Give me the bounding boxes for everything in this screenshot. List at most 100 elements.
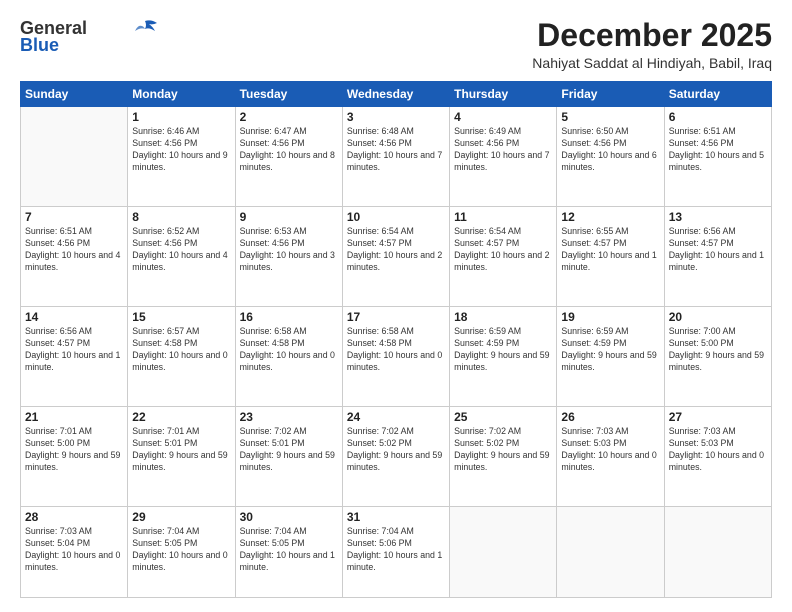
day-info: Sunrise: 6:57 AM Sunset: 4:58 PM Dayligh… [132, 326, 230, 374]
day-info: Sunrise: 6:51 AM Sunset: 4:56 PM Dayligh… [669, 126, 767, 174]
day-number: 7 [25, 210, 123, 224]
calendar-cell: 21 Sunrise: 7:01 AM Sunset: 5:00 PM Dayli… [21, 407, 128, 507]
calendar-week-row: 7 Sunrise: 6:51 AM Sunset: 4:56 PM Daylig… [21, 207, 772, 307]
day-info: Sunrise: 6:47 AM Sunset: 4:56 PM Dayligh… [240, 126, 338, 174]
day-number: 6 [669, 110, 767, 124]
day-number: 3 [347, 110, 445, 124]
weekday-header-sunday: Sunday [21, 82, 128, 107]
calendar-cell: 27Sunrise: 7:03 AM Sunset: 5:03 PM Dayli… [664, 407, 771, 507]
weekday-header-monday: Monday [128, 82, 235, 107]
calendar-cell: 20Sunrise: 7:00 AM Sunset: 5:00 PM Dayli… [664, 307, 771, 407]
calendar-cell: 6 Sunrise: 6:51 AM Sunset: 4:56 PM Daylig… [664, 107, 771, 207]
day-number: 31 [347, 510, 445, 524]
day-number: 22 [132, 410, 230, 424]
day-info: Sunrise: 6:59 AM Sunset: 4:59 PM Dayligh… [561, 326, 659, 374]
day-info: Sunrise: 6:51 AM Sunset: 4:56 PM Dayligh… [25, 226, 123, 274]
day-number: 27 [669, 410, 767, 424]
calendar-cell: 2 Sunrise: 6:47 AM Sunset: 4:56 PM Daylig… [235, 107, 342, 207]
day-number: 10 [347, 210, 445, 224]
logo-bird-icon [131, 19, 159, 37]
day-info: Sunrise: 7:03 AM Sunset: 5:03 PM Dayligh… [561, 426, 659, 474]
calendar-cell: 12 Sunrise: 6:55 AM Sunset: 4:57 PM Dayli… [557, 207, 664, 307]
day-info: Sunrise: 6:50 AM Sunset: 4:56 PM Dayligh… [561, 126, 659, 174]
calendar-cell: 26 Sunrise: 7:03 AM Sunset: 5:03 PM Dayli… [557, 407, 664, 507]
calendar-cell [664, 507, 771, 598]
day-info: Sunrise: 7:01 AM Sunset: 5:00 PM Dayligh… [25, 426, 123, 474]
day-number: 14 [25, 310, 123, 324]
day-info: Sunrise: 6:53 AM Sunset: 4:56 PM Dayligh… [240, 226, 338, 274]
calendar-cell: 24 Sunrise: 7:02 AM Sunset: 5:02 PM Dayli… [342, 407, 449, 507]
day-info: Sunrise: 6:49 AM Sunset: 4:56 PM Dayligh… [454, 126, 552, 174]
calendar-cell: 5 Sunrise: 6:50 AM Sunset: 4:56 PM Daylig… [557, 107, 664, 207]
day-number: 26 [561, 410, 659, 424]
calendar-cell: 29Sunrise: 7:04 AM Sunset: 5:05 PM Dayli… [128, 507, 235, 598]
calendar-cell: 25Sunrise: 7:02 AM Sunset: 5:02 PM Dayli… [450, 407, 557, 507]
calendar-cell: 4 Sunrise: 6:49 AM Sunset: 4:56 PM Daylig… [450, 107, 557, 207]
day-info: Sunrise: 7:02 AM Sunset: 5:02 PM Dayligh… [347, 426, 445, 474]
calendar-cell: 11Sunrise: 6:54 AM Sunset: 4:57 PM Dayli… [450, 207, 557, 307]
day-info: Sunrise: 7:03 AM Sunset: 5:04 PM Dayligh… [25, 526, 123, 574]
day-number: 20 [669, 310, 767, 324]
day-number: 15 [132, 310, 230, 324]
day-number: 19 [561, 310, 659, 324]
day-number: 13 [669, 210, 767, 224]
day-info: Sunrise: 7:04 AM Sunset: 5:06 PM Dayligh… [347, 526, 445, 574]
weekday-header-friday: Friday [557, 82, 664, 107]
location-title: Nahiyat Saddat al Hindiyah, Babil, Iraq [532, 55, 772, 71]
day-number: 1 [132, 110, 230, 124]
day-info: Sunrise: 6:59 AM Sunset: 4:59 PM Dayligh… [454, 326, 552, 374]
logo: General Blue [20, 18, 159, 56]
day-number: 23 [240, 410, 338, 424]
day-info: Sunrise: 6:48 AM Sunset: 4:56 PM Dayligh… [347, 126, 445, 174]
calendar-cell: 13Sunrise: 6:56 AM Sunset: 4:57 PM Dayli… [664, 207, 771, 307]
day-number: 18 [454, 310, 552, 324]
calendar-cell: 31 Sunrise: 7:04 AM Sunset: 5:06 PM Dayli… [342, 507, 449, 598]
day-info: Sunrise: 6:46 AM Sunset: 4:56 PM Dayligh… [132, 126, 230, 174]
calendar-cell: 18 Sunrise: 6:59 AM Sunset: 4:59 PM Dayli… [450, 307, 557, 407]
calendar-cell [21, 107, 128, 207]
calendar-cell: 15 Sunrise: 6:57 AM Sunset: 4:58 PM Dayli… [128, 307, 235, 407]
calendar-week-row: 14 Sunrise: 6:56 AM Sunset: 4:57 PM Dayli… [21, 307, 772, 407]
day-number: 12 [561, 210, 659, 224]
title-block: December 2025 Nahiyat Saddat al Hindiyah… [532, 18, 772, 71]
day-info: Sunrise: 7:04 AM Sunset: 5:05 PM Dayligh… [132, 526, 230, 574]
day-number: 5 [561, 110, 659, 124]
month-title: December 2025 [532, 18, 772, 53]
day-info: Sunrise: 6:54 AM Sunset: 4:57 PM Dayligh… [347, 226, 445, 274]
day-number: 21 [25, 410, 123, 424]
calendar-cell: 19 Sunrise: 6:59 AM Sunset: 4:59 PM Dayli… [557, 307, 664, 407]
day-info: Sunrise: 6:56 AM Sunset: 4:57 PM Dayligh… [25, 326, 123, 374]
page-header: General Blue December 2025 Nahiyat Sadda… [20, 18, 772, 71]
calendar-cell: 8 Sunrise: 6:52 AM Sunset: 4:56 PM Daylig… [128, 207, 235, 307]
weekday-header-row: SundayMondayTuesdayWednesdayThursdayFrid… [21, 82, 772, 107]
day-number: 30 [240, 510, 338, 524]
day-number: 16 [240, 310, 338, 324]
day-info: Sunrise: 6:58 AM Sunset: 4:58 PM Dayligh… [347, 326, 445, 374]
calendar-cell [450, 507, 557, 598]
calendar-week-row: 1 Sunrise: 6:46 AM Sunset: 4:56 PM Daylig… [21, 107, 772, 207]
calendar-cell: 17Sunrise: 6:58 AM Sunset: 4:58 PM Dayli… [342, 307, 449, 407]
day-info: Sunrise: 6:55 AM Sunset: 4:57 PM Dayligh… [561, 226, 659, 274]
day-info: Sunrise: 7:04 AM Sunset: 5:05 PM Dayligh… [240, 526, 338, 574]
day-number: 2 [240, 110, 338, 124]
day-info: Sunrise: 6:52 AM Sunset: 4:56 PM Dayligh… [132, 226, 230, 274]
weekday-header-thursday: Thursday [450, 82, 557, 107]
day-number: 25 [454, 410, 552, 424]
calendar-cell: 23Sunrise: 7:02 AM Sunset: 5:01 PM Dayli… [235, 407, 342, 507]
day-number: 24 [347, 410, 445, 424]
calendar-cell: 1 Sunrise: 6:46 AM Sunset: 4:56 PM Daylig… [128, 107, 235, 207]
day-number: 11 [454, 210, 552, 224]
day-info: Sunrise: 7:01 AM Sunset: 5:01 PM Dayligh… [132, 426, 230, 474]
calendar-cell: 9Sunrise: 6:53 AM Sunset: 4:56 PM Daylig… [235, 207, 342, 307]
weekday-header-tuesday: Tuesday [235, 82, 342, 107]
calendar-cell: 3 Sunrise: 6:48 AM Sunset: 4:56 PM Daylig… [342, 107, 449, 207]
day-number: 4 [454, 110, 552, 124]
logo-blue: Blue [20, 35, 59, 56]
calendar-week-row: 28Sunrise: 7:03 AM Sunset: 5:04 PM Dayli… [21, 507, 772, 598]
calendar-cell: 14 Sunrise: 6:56 AM Sunset: 4:57 PM Dayli… [21, 307, 128, 407]
calendar-cell: 10 Sunrise: 6:54 AM Sunset: 4:57 PM Dayli… [342, 207, 449, 307]
day-number: 8 [132, 210, 230, 224]
calendar-page: General Blue December 2025 Nahiyat Sadda… [0, 0, 792, 612]
calendar-table: SundayMondayTuesdayWednesdayThursdayFrid… [20, 81, 772, 598]
calendar-cell [557, 507, 664, 598]
